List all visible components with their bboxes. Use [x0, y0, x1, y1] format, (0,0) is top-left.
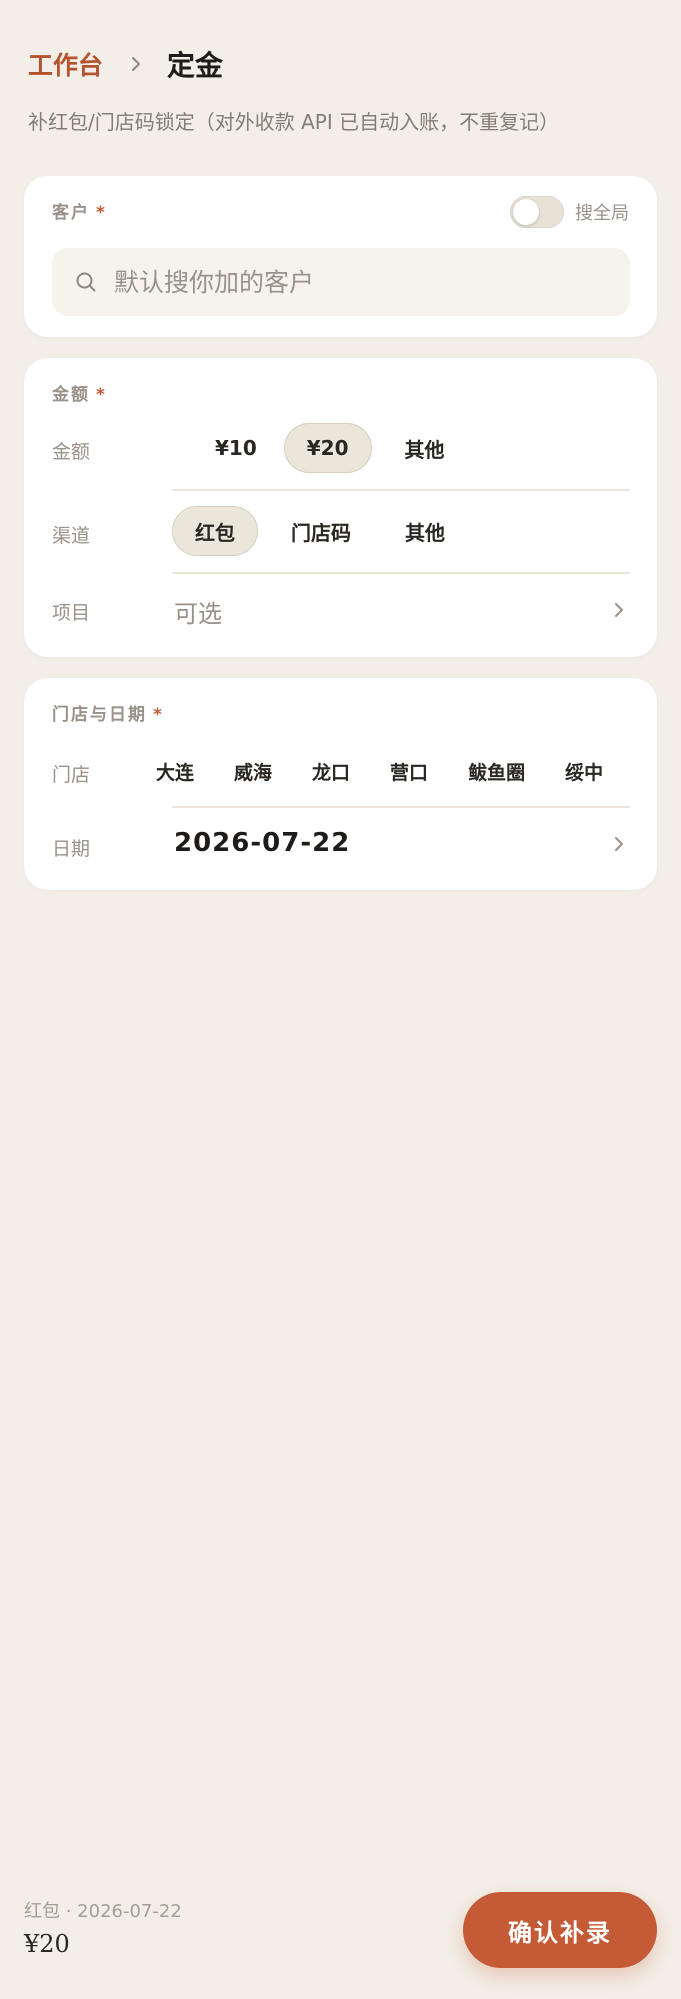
- page-title: 定金: [167, 49, 224, 82]
- divider: [172, 806, 630, 808]
- required-mark: *: [96, 385, 107, 405]
- page: 工作台 定金 补红包/门店码锁定（对外收款 API 已自动入账，不重复记） 客户…: [0, 0, 681, 1999]
- channel-option-redpacket[interactable]: 红包: [172, 506, 258, 556]
- store-option-yingkou[interactable]: 营口: [370, 746, 448, 796]
- channel-option-store-code[interactable]: 门店码: [268, 506, 374, 556]
- global-search-toggle-group: 搜全局: [510, 196, 629, 228]
- customer-search-box[interactable]: [52, 248, 630, 316]
- store-date-section-label: 门店与日期 *: [52, 700, 164, 725]
- divider: [172, 489, 630, 491]
- customer-search-input[interactable]: [114, 267, 614, 297]
- store-option-suizhong[interactable]: 绥中: [545, 746, 623, 796]
- store-date-card: 门店与日期 * 门店 大连 威海 龙口 营口 鲅鱼圈 绥中 日期 2026-07-…: [24, 678, 657, 890]
- channel-options: 红包 门店码 其他: [172, 506, 468, 556]
- chevron-right-icon: [609, 600, 629, 620]
- breadcrumb: 工作台 定金: [28, 44, 223, 84]
- customer-card: 客户 * 搜全局: [24, 176, 657, 337]
- footer-total: ¥20: [24, 1930, 70, 1958]
- amount-section-label: 金额 *: [52, 380, 107, 405]
- project-placeholder: 可选: [174, 600, 222, 628]
- search-icon: [72, 268, 100, 296]
- amount-option-10[interactable]: ¥10: [192, 423, 280, 473]
- divider: [172, 572, 630, 574]
- amount-row-label: 金额: [52, 441, 91, 463]
- channel-row-label: 渠道: [52, 525, 91, 547]
- store-option-longkou[interactable]: 龙口: [292, 746, 370, 796]
- project-row-label: 项目: [52, 602, 91, 624]
- required-mark: *: [153, 705, 164, 725]
- global-search-label: 搜全局: [575, 203, 629, 224]
- toggle-knob: [513, 199, 539, 225]
- store-row-label: 门店: [52, 764, 91, 786]
- store-option-bayuquan[interactable]: 鲅鱼圈: [448, 746, 545, 796]
- amount-section-label-text: 金额: [52, 385, 90, 405]
- store-option-dalian[interactable]: 大连: [136, 746, 214, 796]
- global-search-toggle[interactable]: [510, 196, 564, 228]
- amount-options: ¥10 ¥20 其他: [192, 423, 468, 473]
- amount-option-other[interactable]: 其他: [382, 423, 468, 473]
- confirm-button[interactable]: 确认补录: [463, 1892, 657, 1968]
- date-row-label: 日期: [52, 838, 91, 860]
- required-mark: *: [96, 203, 107, 223]
- customer-section-label: 客户 *: [52, 198, 107, 223]
- page-subtitle: 补红包/门店码锁定（对外收款 API 已自动入账，不重复记）: [28, 110, 560, 134]
- chevron-right-icon: [609, 834, 629, 854]
- customer-label-text: 客户: [52, 203, 90, 223]
- store-option-weihai[interactable]: 威海: [214, 746, 292, 796]
- amount-option-20[interactable]: ¥20: [283, 423, 372, 473]
- breadcrumb-workbench-link[interactable]: 工作台: [28, 46, 103, 82]
- footer-summary: 红包 · 2026-07-22: [24, 1901, 182, 1922]
- date-value: 2026-07-22: [174, 828, 351, 858]
- channel-option-other[interactable]: 其他: [382, 506, 468, 556]
- chevron-right-icon: [121, 49, 151, 79]
- amount-card: 金额 * 金额 ¥10 ¥20 其他 渠道 红包 门店码 其他 项目 可选: [24, 358, 657, 657]
- store-options: 大连 威海 龙口 营口 鲅鱼圈 绥中: [136, 746, 623, 796]
- store-date-section-label-text: 门店与日期: [52, 705, 147, 725]
